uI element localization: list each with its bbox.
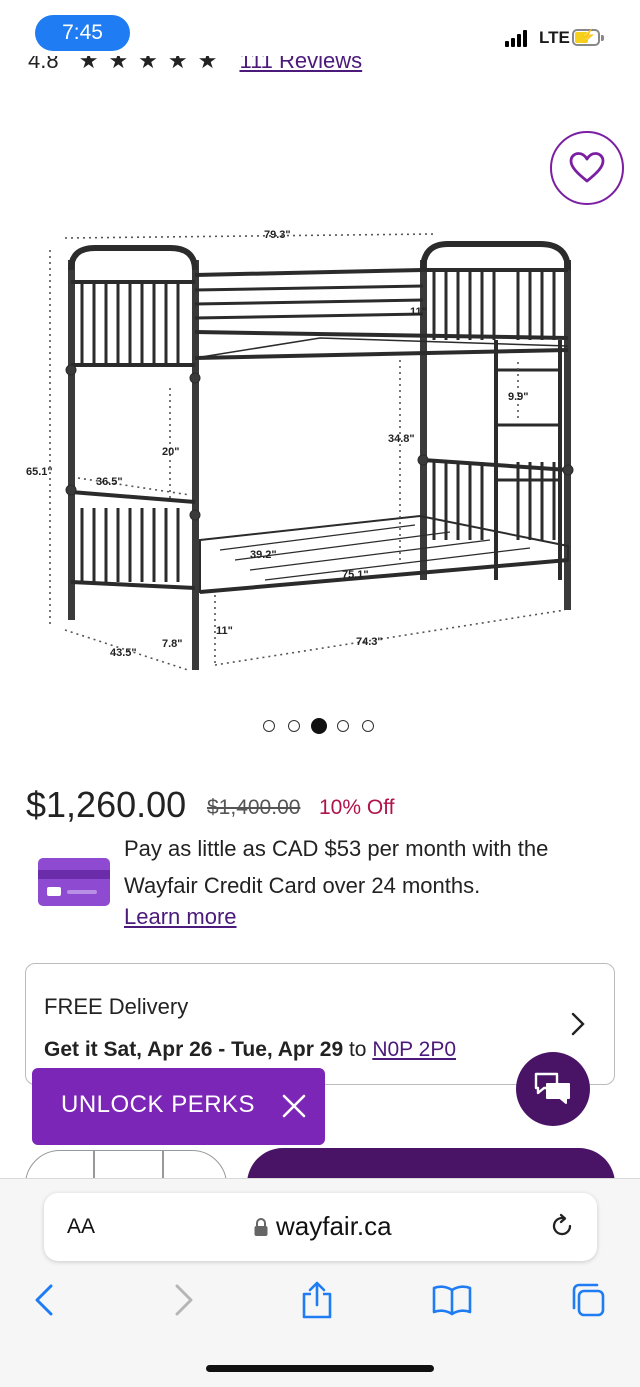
chat-icon (534, 1072, 570, 1104)
close-icon[interactable] (280, 1092, 308, 1120)
dim-mattress-width: 39.2" (250, 549, 277, 561)
dim-width-top: 79.3" (264, 229, 291, 241)
carousel-dot[interactable] (337, 720, 349, 732)
credit-offer-text: Pay as little as CAD $53 per month with … (124, 836, 549, 898)
chat-button[interactable] (516, 1052, 590, 1126)
home-indicator[interactable] (206, 1365, 434, 1372)
carousel-dots[interactable] (263, 717, 383, 735)
network-type: LTE (539, 28, 570, 47)
dim-base-length: 74.3" (356, 636, 383, 648)
unlock-perks-banner[interactable]: UNLOCK PERKS (32, 1068, 325, 1145)
carousel-dot[interactable] (288, 720, 300, 732)
dim-mattress-length: 75.1" (342, 569, 369, 581)
dim-bottom-clearance: 11" (216, 625, 233, 637)
product-image[interactable]: 79.3" 11" 9.9" 34.8" 20" 65.1" 36.5" 39.… (20, 220, 620, 690)
reload-icon[interactable] (549, 1213, 575, 1239)
dim-clearance: 20" (162, 446, 179, 458)
rating-row: 4.8 ★★★★★ 111 Reviews (0, 56, 640, 78)
tabs-icon[interactable] (570, 1282, 606, 1318)
dim-rail-height: 11" (410, 306, 427, 318)
postal-code-link[interactable]: N0P 2P0 (372, 1038, 456, 1061)
lock-icon (254, 1218, 268, 1236)
chevron-right-icon (571, 1012, 585, 1036)
dim-upper-depth: 36.5" (96, 476, 123, 488)
address-bar[interactable]: AA wayfair.ca (44, 1193, 597, 1261)
status-time[interactable]: 7:45 (35, 15, 130, 51)
dim-side-height: 34.8" (388, 433, 415, 445)
original-price: $1,400.00 (207, 796, 301, 819)
delivery-dates: Get it Sat, Apr 26 - Tue, Apr 29 (44, 1038, 344, 1061)
sale-price: $1,260.00 (26, 784, 187, 825)
unlock-perks-label: UNLOCK PERKS (61, 1091, 256, 1118)
bookmarks-icon[interactable] (432, 1284, 472, 1316)
favorite-button[interactable] (550, 131, 624, 205)
discount-badge: 10% Off (319, 796, 395, 819)
dim-ladder-step: 9.9" (508, 391, 529, 403)
battery-icon: ⚡ (572, 28, 604, 46)
carousel-dot-active[interactable] (311, 718, 327, 734)
carousel-dot[interactable] (362, 720, 374, 732)
dim-leg-height: 7.8" (162, 638, 183, 650)
url-text: wayfair.ca (276, 1211, 392, 1241)
learn-more-link[interactable]: Learn more (124, 904, 237, 930)
carousel-dot[interactable] (263, 720, 275, 732)
rating-score: 4.8 (28, 56, 59, 73)
credit-card-icon (38, 858, 110, 906)
dim-height-total: 65.1" (26, 466, 53, 478)
forward-icon[interactable] (174, 1284, 194, 1316)
back-icon[interactable] (34, 1284, 54, 1316)
reviews-link[interactable]: 111 Reviews (239, 56, 362, 73)
heart-icon (569, 152, 605, 183)
reader-settings-button[interactable]: AA (67, 1215, 95, 1239)
dim-base-depth: 43.5" (110, 647, 137, 659)
delivery-title: FREE Delivery (44, 994, 189, 1019)
rating-stars-icon: ★★★★★ (78, 56, 228, 73)
share-icon[interactable] (300, 1280, 334, 1320)
delivery-estimate: Get it Sat, Apr 26 - Tue, Apr 29 to N0P … (44, 1038, 456, 1062)
signal-icon (505, 29, 531, 47)
delivery-to: to (348, 1038, 367, 1061)
